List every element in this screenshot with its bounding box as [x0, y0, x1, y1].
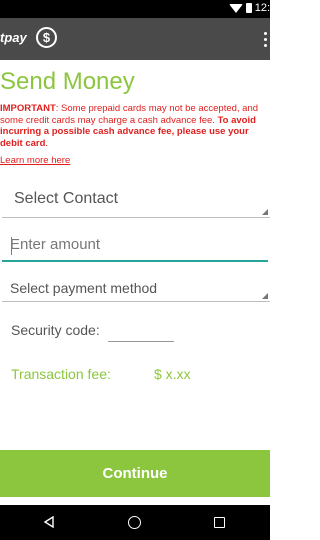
status-time: 12:: [254, 2, 270, 14]
dropdown-corner-icon: [262, 209, 268, 215]
back-icon[interactable]: [43, 516, 55, 528]
learn-more-link[interactable]: Learn more here: [0, 155, 70, 166]
status-bar: 12:: [0, 0, 270, 18]
amount-field[interactable]: [2, 232, 268, 262]
payment-method-dropdown[interactable]: Select payment method: [2, 276, 270, 302]
battery-icon: [245, 3, 252, 13]
app-bar: tpay $: [0, 18, 270, 60]
select-contact-dropdown[interactable]: Select Contact: [2, 182, 270, 218]
page-title: Send Money: [0, 68, 135, 95]
warning-text: IMPORTANT: Some prepaid cards may not be…: [0, 103, 270, 149]
transaction-fee-label: Transaction fee:: [11, 366, 111, 382]
home-icon[interactable]: [128, 516, 141, 529]
overflow-menu-icon[interactable]: [264, 32, 268, 47]
warning-important: IMPORTANT: [0, 103, 56, 114]
wifi-icon: [228, 3, 243, 13]
continue-button[interactable]: Continue: [0, 450, 270, 497]
warning-end: .: [45, 137, 49, 149]
text-cursor: [11, 237, 12, 255]
dollar-circle-icon[interactable]: $: [36, 27, 57, 48]
security-code-input[interactable]: [108, 320, 174, 342]
payment-method-label: Select payment method: [10, 280, 158, 296]
recents-icon[interactable]: [214, 517, 225, 528]
security-code-label: Security code:: [11, 322, 100, 338]
amount-input[interactable]: [10, 236, 250, 253]
dropdown-corner-icon: [262, 293, 268, 299]
app-brand: tpay: [0, 30, 27, 45]
select-contact-label: Select Contact: [14, 190, 119, 207]
navigation-bar: [0, 505, 270, 540]
transaction-fee-value: $ x.xx: [154, 366, 191, 382]
status-icons: 12:: [228, 2, 270, 14]
